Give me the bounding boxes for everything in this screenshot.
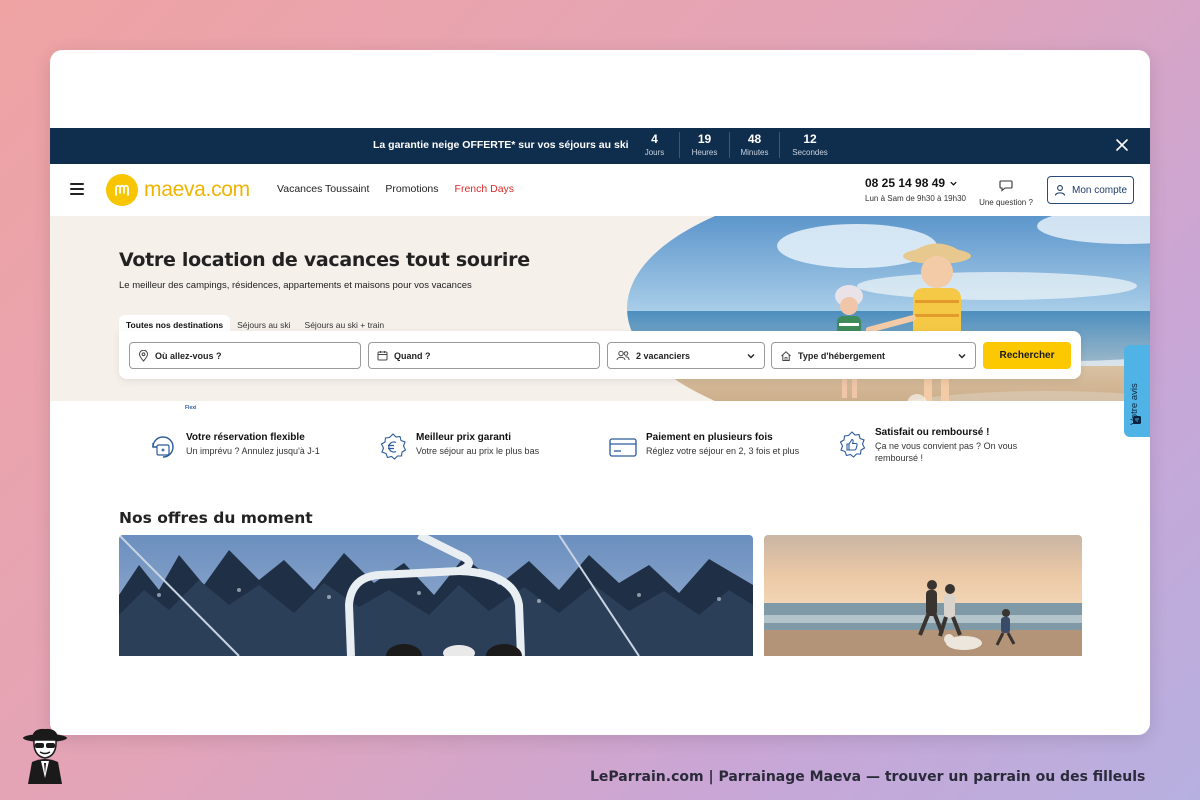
hero-title: Votre location de vacances tout sourire (119, 249, 530, 271)
benefit-text: Ça ne vous convient pas ? On vous rembou… (875, 441, 1018, 463)
destination-placeholder: Où allez-vous ? (155, 350, 222, 361)
page-caption: LeParrain.com | Parrainage Maeva — trouv… (590, 769, 1146, 785)
dates-field[interactable]: Quand ? (368, 342, 600, 369)
offer-card-beach[interactable] (764, 535, 1082, 656)
main-nav: Vacances Toussaint Promotions French Day… (277, 183, 514, 195)
benefit-text: Un imprévu ? Annulez jusqu'à J-1 (186, 446, 320, 456)
chevron-down-icon (747, 354, 755, 359)
benefit-best-price: Meilleur prix garanti Votre séjour au pr… (378, 432, 539, 462)
countdown-days-value: 4 (651, 132, 658, 146)
feedback-label: Votre avis (1129, 383, 1140, 425)
countdown: 4 Jours 19 Heures 48 Minutes 12 Secondes (630, 132, 840, 158)
phone-contact[interactable]: 08 25 14 98 49 Lun à Sam de 9h30 à 19h30 (865, 176, 966, 203)
location-pin-icon (138, 349, 149, 362)
chevron-down-icon (958, 354, 966, 359)
countdown-minutes: 48 Minutes (730, 132, 780, 158)
countdown-hours: 19 Heures (680, 132, 730, 158)
offer-card-ski[interactable] (119, 535, 753, 656)
user-icon (1054, 185, 1066, 196)
accommodation-type-placeholder: Type d'hébergement (798, 350, 885, 361)
browser-frame: La garantie neige OFFERTE* sur vos séjou… (50, 50, 1150, 735)
benefit-payment: Paiement en plusieurs fois Réglez votre … (608, 432, 799, 462)
phone-hours: Lun à Sam de 9h30 à 19h30 (865, 194, 966, 203)
ski-lift-photo (119, 535, 753, 656)
nav-vacances-toussaint[interactable]: Vacances Toussaint (277, 183, 369, 195)
chat-bubble-icon (999, 180, 1013, 192)
account-label: Mon compte (1071, 184, 1128, 196)
nav-promotions[interactable]: Promotions (385, 183, 438, 195)
leparrain-mascot-icon (18, 728, 72, 784)
countdown-hours-label: Heures (691, 148, 718, 157)
thumbs-up-badge-icon (837, 430, 867, 460)
phone-number: 08 25 14 98 49 (865, 176, 966, 190)
benefit-title: Paiement en plusieurs fois (646, 432, 773, 443)
family-beach-photo (764, 535, 1082, 656)
benefit-title: Satisfait ou remboursé ! (875, 427, 990, 438)
calendar-icon (377, 351, 388, 361)
countdown-seconds-label: Secondes (792, 148, 828, 157)
logo-text: maeva.com (144, 178, 250, 201)
hero-subtitle: Le meilleur des campings, résidences, ap… (119, 280, 472, 291)
close-icon[interactable] (1114, 137, 1130, 153)
benefit-satisfied: Satisfait ou remboursé ! Ça ne vous conv… (837, 427, 1045, 464)
phone-number-text: 08 25 14 98 49 (865, 176, 946, 190)
benefit-title: Meilleur prix garanti (416, 432, 512, 443)
search-box: Où allez-vous ? Quand ? 2 vacanciers Typ… (119, 331, 1081, 379)
countdown-seconds: 12 Secondes (780, 132, 840, 158)
benefit-text: Votre séjour au prix le plus bas (416, 446, 540, 456)
account-button[interactable]: Mon compte (1047, 176, 1134, 204)
people-icon (616, 350, 630, 361)
countdown-minutes-label: Minutes (740, 148, 769, 157)
benefits-row: Flexi Votre réservation flexible Un impr… (50, 405, 1150, 470)
benefit-flexible: Flexi Votre réservation flexible Un impr… (148, 405, 320, 462)
countdown-days-label: Jours (644, 148, 665, 157)
benefit-text: Réglez votre séjour en 2, 3 fois et plus (646, 446, 800, 456)
guests-select[interactable]: 2 vacanciers (607, 342, 765, 369)
maeva-logo[interactable]: maeva.com (106, 174, 250, 206)
promo-text: La garantie neige OFFERTE* sur vos séjou… (373, 139, 629, 151)
question-link[interactable]: Une question ? (978, 177, 1034, 207)
countdown-seconds-value: 12 (803, 132, 817, 146)
countdown-days: 4 Jours (630, 132, 680, 158)
search-button[interactable]: Rechercher (983, 342, 1071, 369)
question-label: Une question ? (979, 198, 1033, 207)
feedback-tab[interactable]: Votre avis (1124, 345, 1150, 437)
menu-icon[interactable] (70, 183, 84, 195)
countdown-hours-value: 19 (697, 132, 712, 146)
benefit-title: Votre réservation flexible (186, 432, 305, 443)
chevron-down-icon (950, 181, 957, 186)
flexible-calendar-icon: Flexi (148, 405, 196, 462)
dates-placeholder: Quand ? (394, 350, 431, 361)
nav-french-days[interactable]: French Days (455, 183, 515, 195)
credit-card-icon (608, 432, 638, 462)
flexi-badge: Flexi (185, 405, 197, 411)
offers-title: Nos offres du moment (119, 509, 313, 527)
house-icon (781, 350, 791, 361)
euro-badge-icon (378, 432, 408, 462)
promo-banner: La garantie neige OFFERTE* sur vos séjou… (50, 128, 1150, 164)
guests-value: 2 vacanciers (636, 350, 691, 361)
logo-mark-icon (106, 174, 138, 206)
destination-field[interactable]: Où allez-vous ? (129, 342, 361, 369)
site-header: maeva.com Vacances Toussaint Promotions … (50, 164, 1150, 216)
hero-section: Votre location de vacances tout sourire … (50, 216, 1150, 401)
countdown-minutes-value: 48 (747, 132, 762, 146)
accommodation-type-select[interactable]: Type d'hébergement (771, 342, 976, 369)
